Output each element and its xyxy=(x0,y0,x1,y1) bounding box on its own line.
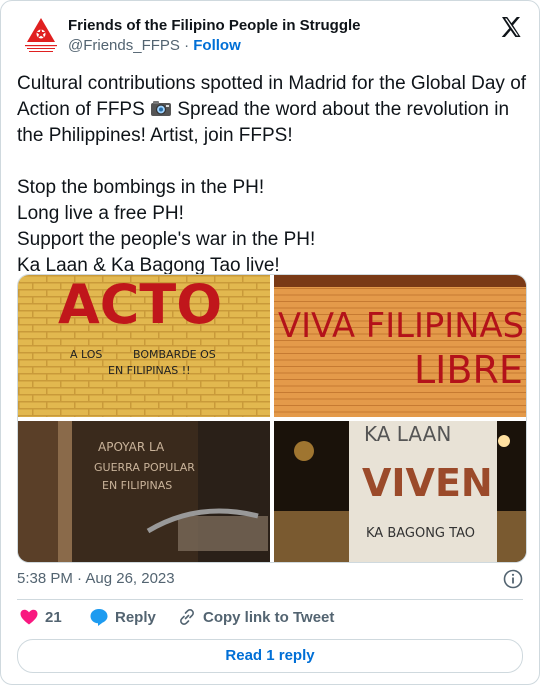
photo-1[interactable]: ACTO A LOS BOMBARDE OS EN FILIPINAS !! xyxy=(18,275,270,417)
like-count: 21 xyxy=(45,608,62,626)
tweet-timestamp[interactable]: 5:38 PM · Aug 26, 2023 xyxy=(17,570,175,587)
camera-emoji-icon xyxy=(151,101,172,116)
heart-icon xyxy=(20,609,38,625)
tweet-slogan: Long live a free PH! xyxy=(17,203,184,224)
photo-2-text-line1: VIVA FILIPINAS xyxy=(278,306,524,346)
reply-label: Reply xyxy=(115,608,156,626)
tweet-slogan: Support the people's war in the PH! xyxy=(17,229,316,250)
info-icon[interactable] xyxy=(503,569,523,589)
photo-1-text-line1: A LOS xyxy=(70,348,102,361)
photo-3-text-line2: GUERRA POPULAR xyxy=(94,461,195,474)
photo-4-text-line2: VIVEN xyxy=(362,461,493,505)
photo-3-text-line1: APOYAR LA xyxy=(98,440,165,454)
link-icon xyxy=(180,609,194,625)
photo-3[interactable]: APOYAR LA GUERRA POPULAR EN FILIPINAS xyxy=(18,421,270,562)
like-button[interactable]: 21 xyxy=(19,607,62,627)
separator: · xyxy=(184,37,190,54)
tweet-header: Friends of the Filipino People in Strugg… xyxy=(17,13,523,61)
photo-4[interactable]: KA LAAN VIVEN KA BAGONG TAO xyxy=(274,421,526,562)
photo-1-text-line2: EN FILIPINAS !! xyxy=(108,364,191,377)
photo-1-text-top: ACTO xyxy=(58,275,222,336)
tweet-slogan: Stop the bombings in the PH! xyxy=(17,177,265,198)
photo-4-text-line1: KA LAAN xyxy=(364,422,451,446)
photo-grid: ACTO A LOS BOMBARDE OS EN FILIPINAS !! V… xyxy=(17,274,527,563)
divider xyxy=(17,599,523,600)
copy-link-label: Copy link to Tweet xyxy=(203,608,335,626)
tweet-paragraph-1: Cultural contributions spotted in Madrid… xyxy=(17,71,527,149)
photo-2[interactable]: VIVA FILIPINAS LIBRE! xyxy=(274,275,526,417)
follow-button[interactable]: Follow xyxy=(193,37,241,54)
author-handle-row: @Friends_FFPS · Follow xyxy=(68,37,241,54)
reply-bubble-icon xyxy=(90,609,108,626)
tweet-text: Cultural contributions spotted in Madrid… xyxy=(17,71,527,279)
photo-4-text-line3: KA BAGONG TAO xyxy=(366,526,475,541)
photo-2-text-line2: LIBRE! xyxy=(414,348,526,392)
photo-1-text-line1b: BOMBARDE OS xyxy=(133,348,216,361)
photo-3-text-line3: EN FILIPINAS xyxy=(102,479,172,492)
copy-link-button[interactable]: Copy link to Tweet xyxy=(177,607,334,627)
x-logo-icon[interactable] xyxy=(499,15,523,39)
tweet-card: Friends of the Filipino People in Strugg… xyxy=(0,0,540,685)
avatar[interactable] xyxy=(17,13,65,61)
read-replies-button[interactable]: Read 1 reply xyxy=(17,639,523,673)
author-handle[interactable]: @Friends_FFPS xyxy=(68,37,180,54)
ffps-logo-icon xyxy=(17,13,65,61)
author-name[interactable]: Friends of the Filipino People in Strugg… xyxy=(68,17,361,34)
reply-button[interactable]: Reply xyxy=(89,607,156,627)
